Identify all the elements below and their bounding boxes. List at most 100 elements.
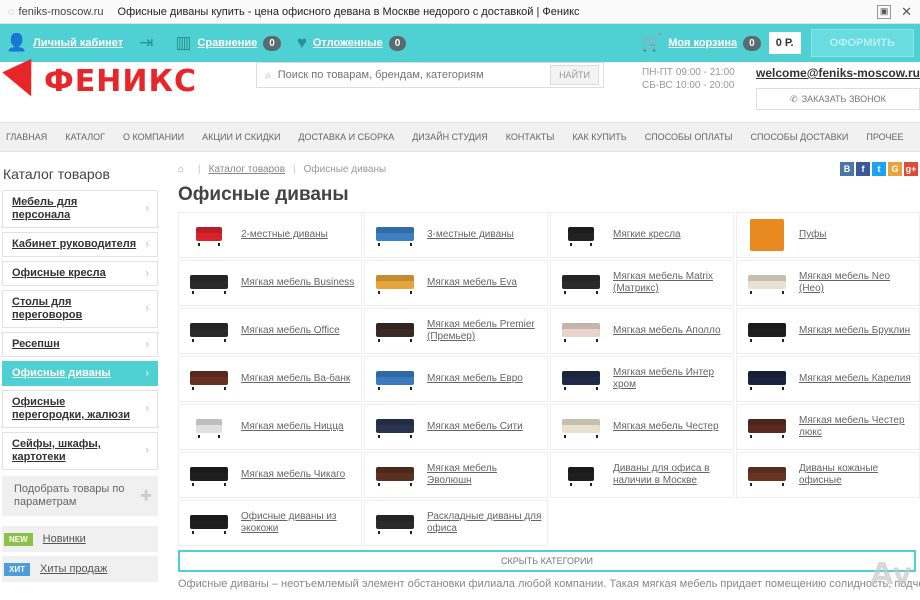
nav-item[interactable]: КАТАЛОГ [65, 132, 105, 142]
social-share-icon[interactable]: В [840, 162, 854, 176]
home-icon[interactable]: ⌂ [178, 164, 184, 175]
product-thumbnail[interactable] [743, 315, 791, 347]
product-thumbnail[interactable] [557, 363, 605, 395]
logout-icon[interactable]: ⇥ [139, 33, 153, 53]
subcategory-label[interactable]: Мягкая мебель Ва-банк [241, 373, 350, 385]
subcategory-label[interactable]: Мягкая мебель Чикаго [241, 469, 345, 481]
nav-item[interactable]: ДИЗАЙН СТУДИЯ [412, 132, 488, 142]
social-share-icon[interactable]: G [888, 162, 902, 176]
nav-item[interactable]: КОНТАКТЫ [506, 132, 555, 142]
product-thumbnail[interactable] [371, 219, 419, 251]
sidebar-category[interactable]: Офисные кресла › [2, 261, 158, 286]
subcategory-tile[interactable]: Мягкая мебель Честер [550, 404, 734, 450]
breadcrumb-catalog[interactable]: Каталог товаров [209, 164, 285, 175]
product-thumbnail[interactable] [743, 219, 791, 251]
nav-item[interactable]: КАК КУПИТЬ [572, 132, 626, 142]
site-logo[interactable]: ФЕНИКС [2, 58, 197, 104]
product-thumbnail[interactable] [557, 459, 605, 491]
product-thumbnail[interactable] [371, 267, 419, 299]
subcategory-label[interactable]: Мягкая мебель Business [241, 277, 354, 289]
product-thumbnail[interactable] [557, 267, 605, 299]
product-thumbnail[interactable] [743, 363, 791, 395]
subcategory-label[interactable]: Мягкая мебель Евро [427, 373, 523, 385]
hits-link[interactable]: ХИТ Хиты продаж [2, 556, 158, 582]
subcategory-tile[interactable]: Офисные диваны из экокожи [178, 500, 362, 546]
subcategory-tile[interactable]: Мягкая мебель Matrix (Матрикс) [550, 260, 734, 306]
sidebar-category[interactable]: Офисные диваны › [2, 361, 158, 386]
subcategory-label[interactable]: Мягкая мебель Ницца [241, 421, 344, 433]
checkout-button[interactable]: ОФОРМИТЬ [810, 29, 914, 57]
subcategory-label[interactable]: Мягкая мебель Честер [613, 421, 719, 433]
nav-item[interactable]: СПОСОБЫ ОПЛАТЫ [645, 132, 733, 142]
product-thumbnail[interactable] [557, 411, 605, 443]
nav-item[interactable]: АКЦИИ И СКИДКИ [202, 132, 280, 142]
subcategory-tile[interactable]: 3-местные диваны [364, 212, 548, 258]
sidebar-category[interactable]: Мебель для персонала › [2, 190, 158, 228]
product-thumbnail[interactable] [371, 507, 419, 539]
favorites-link[interactable]: ♥ Отложенные 0 [297, 33, 407, 53]
filter-button[interactable]: Подобрать товары по параметрам ✚ [2, 476, 158, 516]
subcategory-label[interactable]: Мягкая мебель Эволюшн [427, 463, 543, 487]
subcategory-label[interactable]: Мягкая мебель Office [241, 325, 340, 337]
bookmark-icon[interactable]: ▣ [877, 4, 892, 19]
nav-item[interactable]: ГЛАВНАЯ [6, 132, 47, 142]
cart-link[interactable]: 🛒 Моя корзина 0 [641, 33, 761, 53]
subcategory-label[interactable]: Мягкая мебель Карелия [799, 373, 911, 385]
product-thumbnail[interactable] [185, 507, 233, 539]
subcategory-tile[interactable]: Мягкая мебель Business [178, 260, 362, 306]
product-thumbnail[interactable] [371, 459, 419, 491]
product-thumbnail[interactable] [743, 267, 791, 299]
product-thumbnail[interactable] [185, 459, 233, 491]
subcategory-label[interactable]: Мягкая мебель Аполло [613, 325, 721, 337]
product-thumbnail[interactable] [185, 219, 233, 251]
sidebar-category[interactable]: Кабинет руководителя › [2, 232, 158, 257]
search-input[interactable] [277, 69, 551, 81]
product-thumbnail[interactable] [557, 315, 605, 347]
product-thumbnail[interactable] [557, 219, 605, 251]
sidebar-category[interactable]: Столы для переговоров › [2, 290, 158, 328]
subcategory-label[interactable]: 3-местные диваны [427, 229, 514, 241]
subcategory-tile[interactable]: Мягкая мебель Ва-банк [178, 356, 362, 402]
subcategory-tile[interactable]: Мягкая мебель Чикаго [178, 452, 362, 498]
nav-item[interactable]: ДОСТАВКА И СБОРКА [298, 132, 394, 142]
subcategory-tile[interactable]: Мягкая мебель Бруклин [736, 308, 920, 354]
subcategory-label[interactable]: Мягкая мебель Neo (Нео) [799, 271, 915, 295]
subcategory-tile[interactable]: Мягкие кресла [550, 212, 734, 258]
subcategory-tile[interactable]: Мягкая мебель Честер люкс [736, 404, 920, 450]
account-label[interactable]: Личный кабинет [33, 37, 123, 49]
compare-label[interactable]: Сравнение [197, 37, 257, 49]
subcategory-label[interactable]: Мягкая мебель Eva [427, 277, 517, 289]
close-icon[interactable]: ✕ [901, 4, 912, 20]
subcategory-label[interactable]: Мягкая мебель Premier (Премьер) [427, 319, 543, 343]
subcategory-tile[interactable]: Пуфы [736, 212, 920, 258]
product-thumbnail[interactable] [185, 267, 233, 299]
product-thumbnail[interactable] [743, 459, 791, 491]
social-share-icon[interactable]: g+ [904, 162, 918, 176]
subcategory-label[interactable]: Мягкая мебель Сити [427, 421, 523, 433]
subcategory-tile[interactable]: Мягкая мебель Сити [364, 404, 548, 450]
product-thumbnail[interactable] [743, 411, 791, 443]
subcategory-tile[interactable]: Мягкая мебель Эволюшн [364, 452, 548, 498]
social-share-icon[interactable]: t [872, 162, 886, 176]
account-link[interactable]: 👤 Личный кабинет [6, 33, 123, 53]
subcategory-tile[interactable]: Мягкая мебель Интер хром [550, 356, 734, 402]
email-link[interactable]: welcome@feniks-moscow.ru [756, 66, 920, 80]
subcategory-tile[interactable]: Мягкая мебель Neo (Нео) [736, 260, 920, 306]
sidebar-category[interactable]: Сейфы, шкафы, картотеки › [2, 432, 158, 470]
subcategory-tile[interactable]: Мягкая мебель Евро [364, 356, 548, 402]
subcategory-label[interactable]: Диваны кожаные офисные [799, 463, 915, 487]
callback-button[interactable]: ✆ ЗАКАЗАТЬ ЗВОНОК [756, 88, 920, 110]
subcategory-label[interactable]: Диваны для офиса в наличии в Москве [613, 463, 729, 487]
nav-item[interactable]: ПРОЧЕЕ [866, 132, 903, 142]
subcategory-tile[interactable]: Мягкая мебель Office [178, 308, 362, 354]
subcategory-tile[interactable]: Мягкая мебель Карелия [736, 356, 920, 402]
subcategory-tile[interactable]: Мягкая мебель Аполло [550, 308, 734, 354]
subcategory-tile[interactable]: Раскладные диваны для офиса [364, 500, 548, 546]
subcategory-label[interactable]: Мягкая мебель Бруклин [799, 325, 910, 337]
social-share-icon[interactable]: f [856, 162, 870, 176]
subcategory-label[interactable]: Раскладные диваны для офиса [427, 511, 543, 535]
subcategory-tile[interactable]: Диваны для офиса в наличии в Москве [550, 452, 734, 498]
subcategory-tile[interactable]: Мягкая мебель Ницца [178, 404, 362, 450]
product-thumbnail[interactable] [371, 315, 419, 347]
nav-item[interactable]: СПОСОБЫ ДОСТАВКИ [751, 132, 849, 142]
